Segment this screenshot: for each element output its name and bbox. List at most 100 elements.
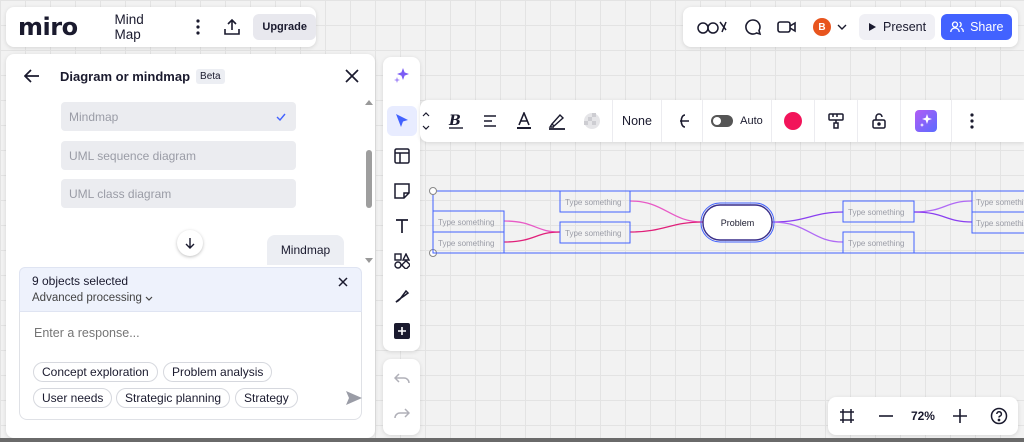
undo-icon [394, 373, 410, 384]
play-icon [869, 23, 876, 31]
node-text: Type something [848, 208, 904, 217]
highlight-button[interactable] [542, 100, 572, 142]
node-text: Type something [565, 198, 621, 207]
zoom-controls: 72% [828, 397, 1018, 435]
check-icon [276, 113, 286, 121]
creation-toolbar [383, 57, 420, 351]
pen-tool[interactable] [387, 281, 417, 311]
scroll-down-arrow[interactable] [365, 258, 373, 263]
panel-header: Diagram or mindmap Beta [6, 54, 375, 98]
help-icon [990, 407, 1007, 425]
node-text: Type something [438, 239, 494, 248]
branch-icon [680, 114, 689, 128]
reactions-icon[interactable] [693, 13, 733, 41]
share-button[interactable]: Share [941, 14, 1013, 40]
text-color-button[interactable] [506, 100, 542, 142]
undo-button[interactable] [387, 364, 417, 394]
user-message-bubble: Mindmap [267, 235, 344, 265]
mindmap-node[interactable]: Type something [842, 200, 915, 223]
fit-to-screen-button[interactable] [833, 402, 861, 430]
advanced-processing-toggle[interactable]: Advanced processing [32, 292, 153, 304]
miro-logo[interactable]: miro [18, 13, 87, 41]
sticky-note-tool[interactable] [387, 176, 417, 206]
suggestion-chip[interactable]: Strategy [235, 388, 298, 408]
fill-style-button[interactable] [815, 100, 857, 142]
ai-sparkle-tool[interactable] [387, 60, 417, 90]
templates-tool[interactable] [387, 141, 417, 171]
mindmap-node[interactable]: Type something [432, 231, 505, 254]
select-tool[interactable] [387, 106, 417, 136]
back-arrow-icon[interactable] [24, 69, 40, 83]
fill-dropdown[interactable]: None [613, 100, 661, 142]
suggestion-chip[interactable]: Problem analysis [163, 362, 273, 382]
shapes-icon [394, 253, 410, 269]
auto-layout-toggle[interactable]: Auto [703, 100, 771, 142]
video-call-icon[interactable] [773, 13, 801, 41]
scroll-up-arrow[interactable] [365, 100, 373, 105]
export-icon[interactable] [218, 13, 245, 41]
mindmap-node[interactable]: Type something [559, 190, 631, 213]
mindmap-node[interactable]: Type something [971, 190, 1024, 213]
zoom-level[interactable]: 72% [911, 409, 935, 423]
mindmap-center-node[interactable]: Problem [700, 202, 775, 243]
branch-connector [913, 200, 973, 213]
ai-assist-button[interactable] [901, 100, 951, 142]
help-button[interactable] [985, 402, 1013, 430]
center-node-label: Problem [721, 218, 755, 228]
shapes-tool[interactable] [387, 246, 417, 276]
zoom-in-button[interactable] [946, 402, 974, 430]
more-tools-button[interactable] [387, 316, 417, 346]
more-options-button[interactable] [952, 100, 992, 142]
suggestion-chip[interactable]: User needs [33, 388, 113, 408]
upgrade-button[interactable]: Upgrade [253, 14, 316, 40]
font-size-stepper[interactable] [420, 100, 432, 142]
clear-selection-icon[interactable] [338, 277, 348, 287]
mindmap-node[interactable]: Type something [842, 231, 915, 254]
history-toolbar [383, 359, 420, 435]
beta-badge: Beta [196, 68, 225, 84]
more-vertical-icon[interactable] [185, 13, 212, 41]
svg-text:B: B [448, 113, 461, 129]
mindmap-node[interactable]: Type something [971, 211, 1024, 234]
scroll-to-bottom-button[interactable] [177, 230, 203, 256]
selection-handle[interactable] [429, 187, 437, 195]
window-bottom-edge [0, 438, 1024, 442]
response-input[interactable] [34, 326, 334, 340]
chat-icon[interactable] [739, 13, 767, 41]
option-uml-sequence[interactable]: UML sequence diagram [61, 141, 296, 170]
chevron-up-down-icon [422, 112, 430, 130]
option-label: UML class diagram [69, 186, 172, 201]
plus-icon [952, 409, 967, 423]
branch-connector [771, 221, 844, 243]
highlighter-icon [548, 113, 565, 130]
user-menu[interactable]: B [807, 13, 853, 41]
share-label: Share [970, 20, 1004, 34]
lock-button[interactable] [858, 100, 900, 142]
redo-button[interactable] [387, 399, 417, 429]
transparency-button[interactable] [572, 100, 612, 142]
send-icon[interactable] [345, 390, 363, 406]
diagram-assistant-panel: Diagram or mindmap Beta Mindmap UML sequ… [6, 54, 375, 438]
panel-scrollbar[interactable] [366, 150, 372, 208]
color-picker-button[interactable] [772, 100, 814, 142]
connector-style-button[interactable] [662, 100, 702, 142]
option-uml-class[interactable]: UML class diagram [61, 179, 296, 208]
branch-connector [503, 220, 561, 233]
collab-toolbar: B Present Share [683, 7, 1018, 47]
text-tool[interactable] [387, 211, 417, 241]
zoom-out-button[interactable] [872, 402, 900, 430]
present-button[interactable]: Present [859, 14, 936, 40]
board-name[interactable]: Mind Map [115, 12, 173, 42]
suggestion-chip[interactable]: Concept exploration [33, 362, 158, 382]
mindmap-node[interactable]: Type something [432, 210, 505, 233]
node-text: Type something [848, 239, 904, 248]
mindmap-node[interactable]: Type something [559, 221, 631, 244]
avatar: B [813, 18, 831, 36]
suggestion-chip[interactable]: Strategic planning [116, 388, 231, 408]
frame-icon [840, 409, 855, 423]
sparkle-icon [394, 68, 409, 83]
close-icon[interactable] [345, 69, 359, 83]
bold-button[interactable]: B [438, 100, 474, 142]
align-button[interactable] [474, 100, 506, 142]
option-mindmap[interactable]: Mindmap [61, 102, 296, 131]
